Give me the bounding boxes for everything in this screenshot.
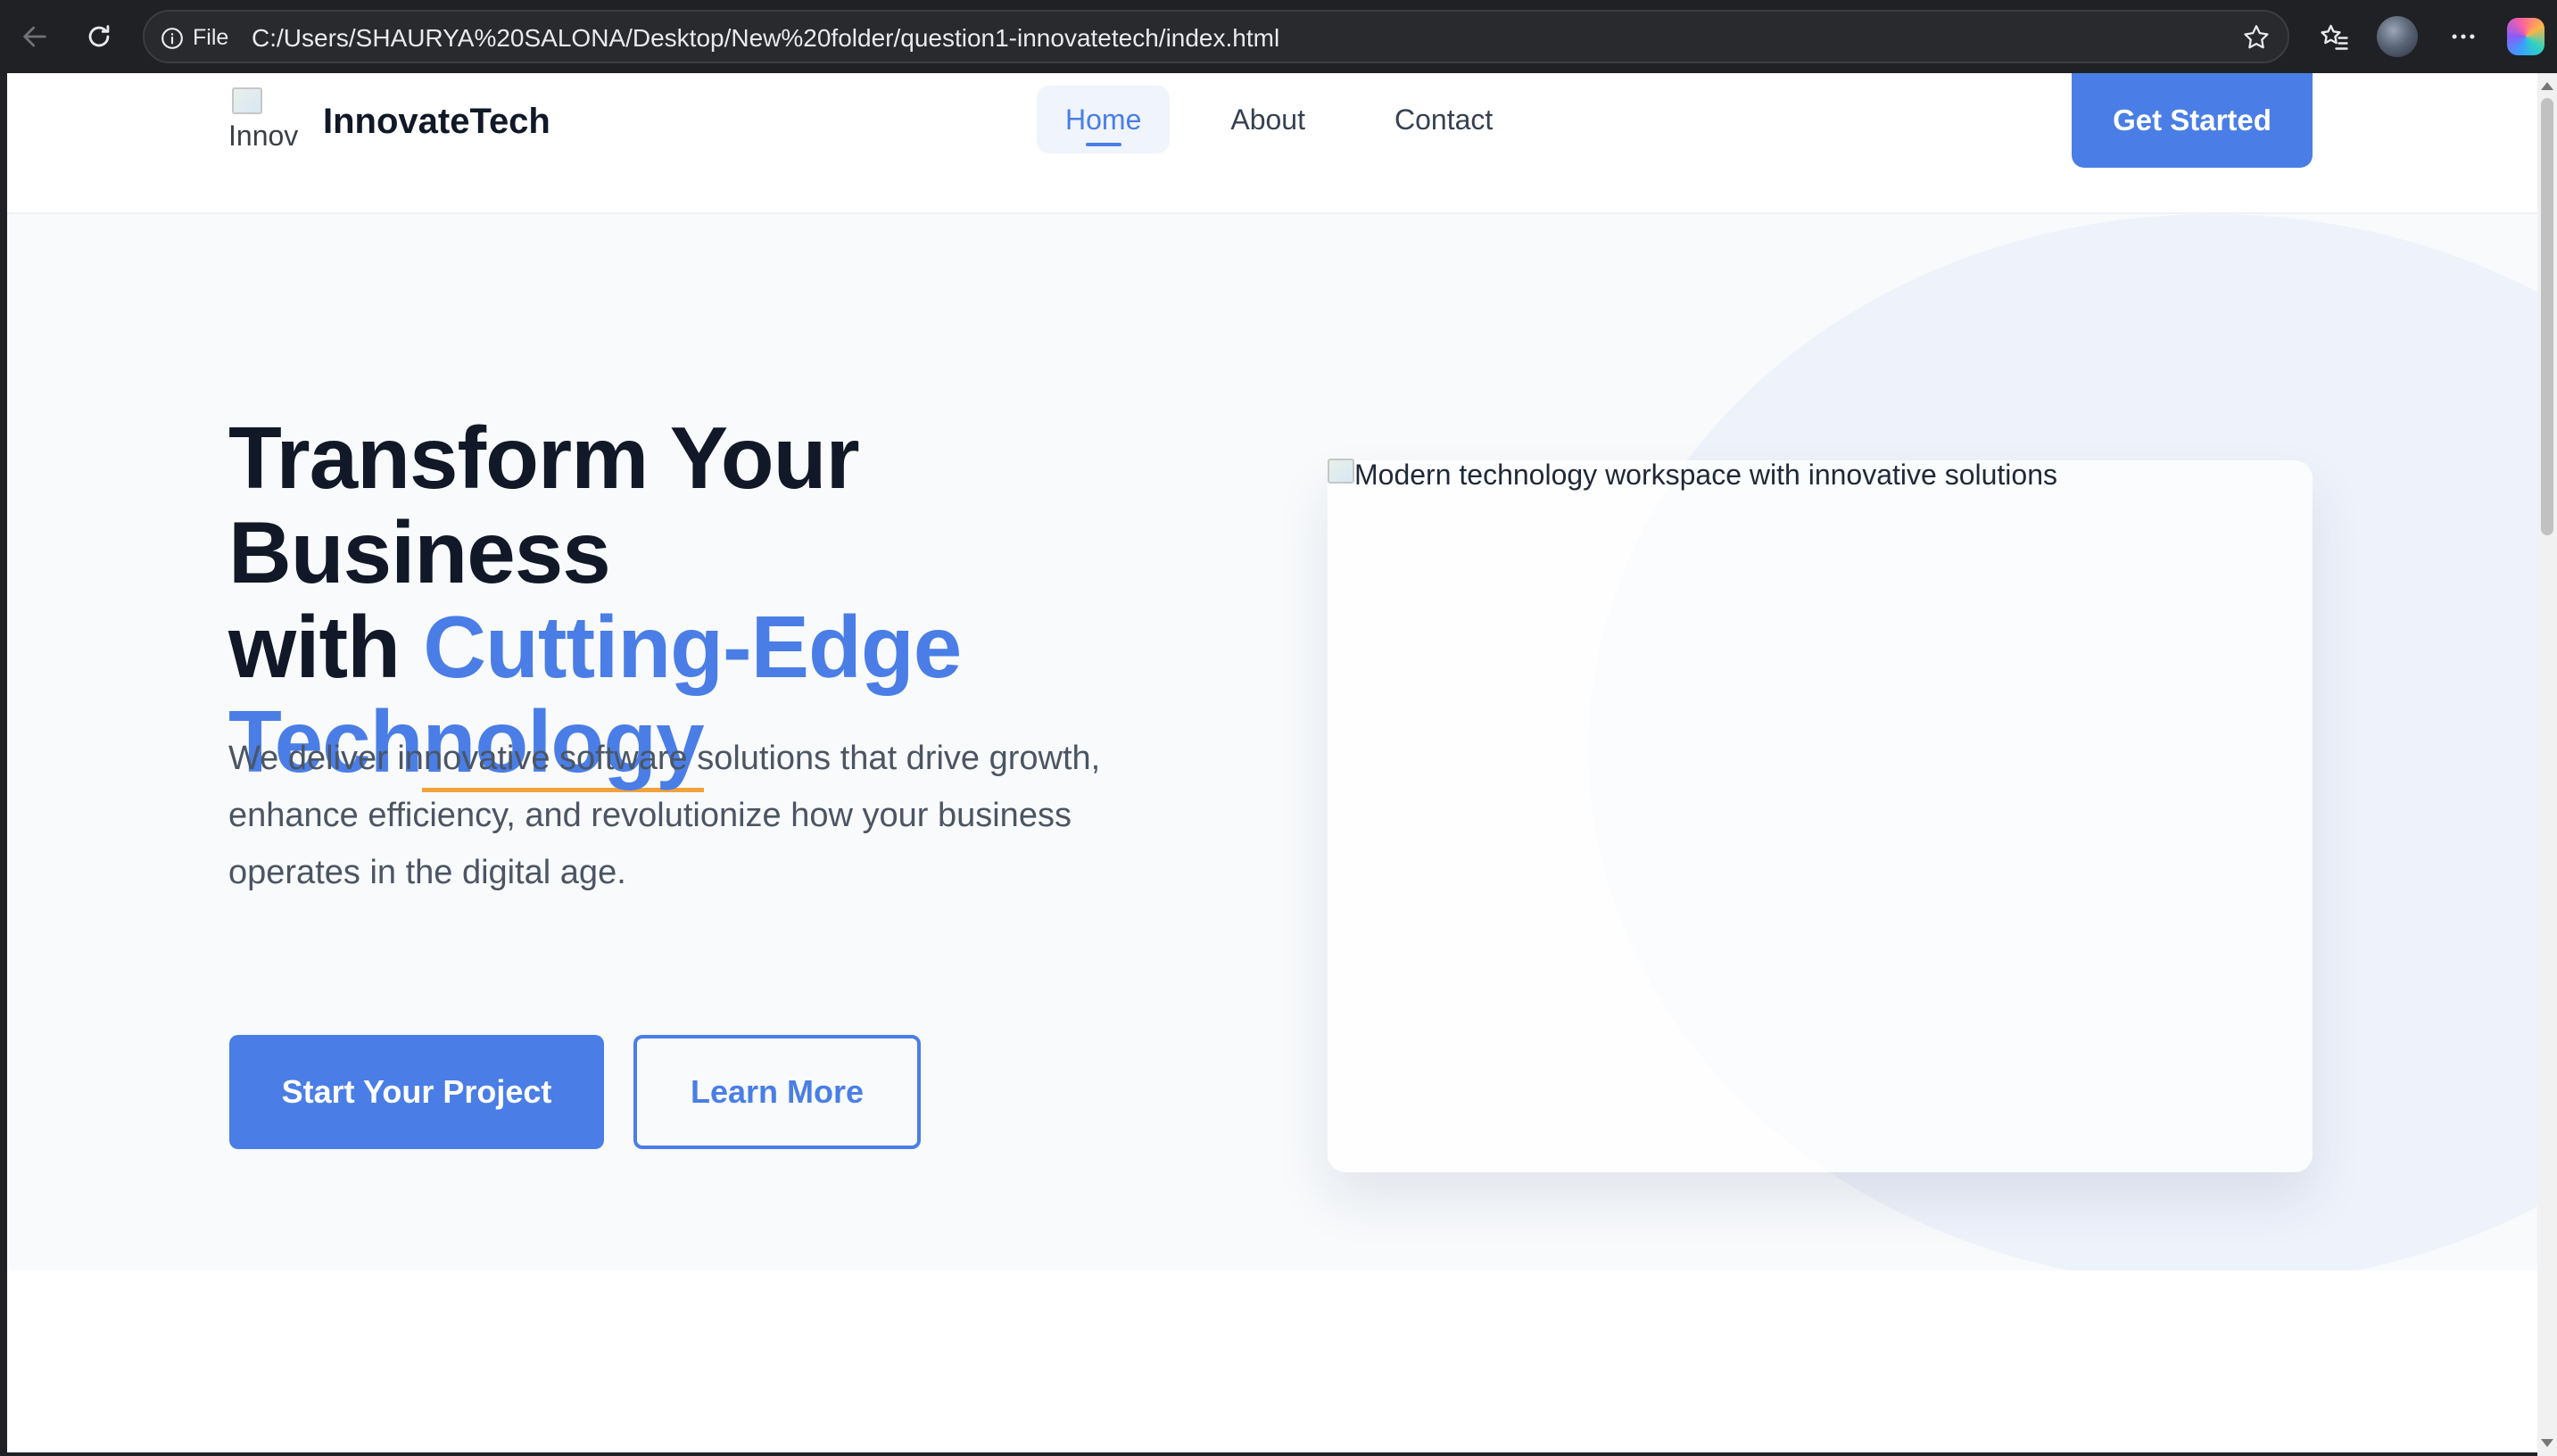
hero-description: We deliver innovative software solutions…: [228, 740, 1101, 891]
scroll-down-arrow-icon[interactable]: [2541, 1439, 2553, 1447]
file-scheme-label: File: [193, 25, 229, 50]
hero-image-card: [1328, 460, 2313, 1172]
get-started-button[interactable]: Get Started: [2072, 73, 2313, 168]
browser-toolbar: File C:/Users/SHAURYA%20SALONA/Desktop/N…: [0, 0, 2557, 73]
settings-menu-button[interactable]: [2443, 16, 2484, 57]
back-arrow-icon: [23, 26, 46, 47]
site-header: Innov InnovateTech Home About Contact Ge…: [7, 73, 2537, 214]
broken-image-icon: [232, 87, 262, 114]
scrollbar-thumb[interactable]: [2541, 98, 2553, 535]
reload-icon: [88, 25, 110, 47]
avatar: [2377, 16, 2418, 57]
logo-alt-text: Innov: [228, 120, 299, 152]
nav-link-about[interactable]: About: [1202, 86, 1334, 153]
copilot-button[interactable]: [2505, 16, 2546, 57]
address-bar[interactable]: File C:/Users/SHAURYA%20SALONA/Desktop/N…: [143, 10, 2289, 63]
more-dots-icon: [2452, 34, 2475, 39]
back-button[interactable]: [14, 16, 55, 57]
page-viewport: Innov InnovateTech Home About Contact Ge…: [7, 73, 2537, 1452]
logo-image-broken[interactable]: Innov: [228, 86, 300, 166]
nav-link-home[interactable]: Home: [1037, 86, 1171, 153]
learn-more-button[interactable]: Learn More: [633, 1035, 921, 1149]
hero-title-line1: Transform Your Business: [228, 409, 860, 601]
copilot-icon: [2507, 18, 2545, 55]
site-info-icon[interactable]: [161, 27, 184, 54]
main-nav: Home About Contact: [1037, 86, 1521, 153]
hero-title-with: with: [228, 598, 424, 696]
reload-button[interactable]: [79, 16, 120, 57]
profile-button[interactable]: [2377, 16, 2418, 57]
hero-section: Transform Your Business with Cutting-Edg…: [7, 214, 2537, 1270]
brand-name[interactable]: InnovateTech: [323, 102, 550, 142]
hero-image-broken: Modern technology workspace with innovat…: [1328, 459, 2057, 492]
start-project-button[interactable]: Start Your Project: [229, 1035, 604, 1149]
hero-title-accent: Cutting-Edge: [423, 598, 962, 696]
nav-link-contact[interactable]: Contact: [1366, 86, 1521, 153]
favorites-button[interactable]: [2314, 16, 2355, 57]
favorites-list-icon: [2321, 24, 2348, 50]
favorite-star-icon[interactable]: [2241, 22, 2272, 57]
scroll-up-arrow-icon[interactable]: [2541, 82, 2553, 90]
page-scrollbar[interactable]: [2537, 73, 2557, 1456]
url-text[interactable]: C:/Users/SHAURYA%20SALONA/Desktop/New%20…: [252, 24, 1279, 53]
broken-image-icon: [1328, 459, 1354, 484]
hero-image-alt-text: Modern technology workspace with innovat…: [1354, 459, 2057, 491]
